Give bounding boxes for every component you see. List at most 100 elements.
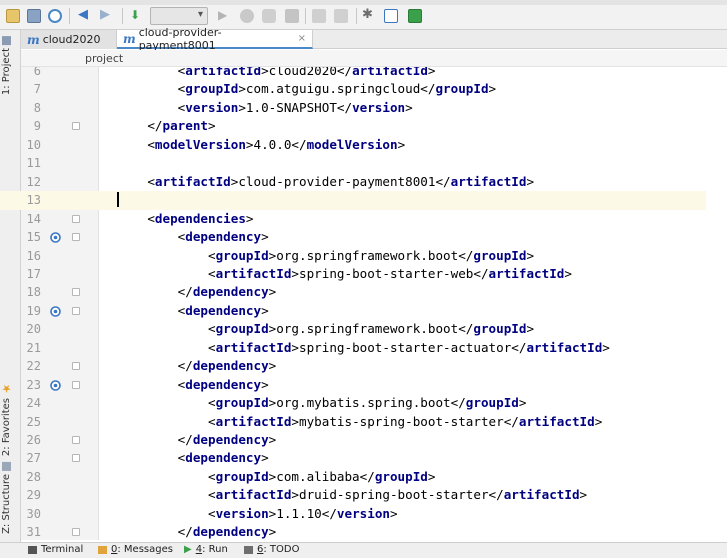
messages-tool-button[interactable]: 0: Messages [98,544,173,555]
terminal-tool-button[interactable]: Terminal [28,544,83,555]
run-tool-button[interactable]: ▶ 4: Run [184,544,228,555]
xml-tag-name: artifactId [185,67,262,78]
xml-tag-name: dependency [185,302,262,318]
code-text: <groupId>com.alibaba</groupId> [117,468,436,484]
vcs-icon[interactable] [312,9,326,23]
line-number: 19 [26,303,41,318]
code-line[interactable]: 24 <groupId>org.mybatis.spring.boot</gro… [0,394,706,412]
maven-icon: m [27,32,40,47]
fold-toggle-icon[interactable] [72,362,80,371]
forward-arrow-icon[interactable]: ▶ [100,8,114,22]
tab-label: cloud-provider-payment8001 [138,25,222,52]
open-folder-icon[interactable] [6,9,20,23]
code-text: </dependency> [117,524,277,540]
code-text: <groupId>org.springframework.boot</group… [117,247,535,263]
line-number: 13 [26,193,41,208]
code-line[interactable]: 31 </dependency> [0,523,706,540]
code-line[interactable]: 12 <artifactId>cloud-provider-payment800… [0,173,706,191]
override-marker-icon[interactable] [50,232,61,243]
code-line[interactable]: 20 <groupId>org.springframework.boot</gr… [0,320,706,338]
coverage-icon[interactable] [262,9,276,23]
code-line[interactable]: 9 </parent> [0,117,706,135]
override-marker-icon[interactable] [50,306,61,317]
fold-toggle-icon[interactable] [72,214,80,223]
code-line[interactable]: 21 <artifactId>spring-boot-starter-actua… [0,339,706,357]
code-line[interactable]: 25 <artifactId>mybatis-spring-boot-start… [0,413,706,431]
xml-tag-name: dependency [185,376,262,392]
status-label: : TODO [263,544,300,555]
fold-toggle-icon[interactable] [72,233,80,242]
fold-toggle-icon[interactable] [72,380,80,389]
code-line[interactable]: 11 [0,154,706,172]
close-icon[interactable]: × [298,33,306,44]
fold-toggle-icon[interactable] [72,454,80,463]
code-text: <groupId>org.mybatis.spring.boot</groupI… [117,395,527,411]
fold-toggle-icon[interactable] [72,122,80,131]
line-number: 20 [26,322,41,337]
code-line[interactable]: 10 <modelVersion>4.0.0</modelVersion> [0,136,706,154]
code-text: <artifactId>cloud2020</artifactId> [117,67,436,80]
xml-tag-name: dependency [192,284,269,300]
code-line[interactable]: 23 <dependency> [0,376,706,394]
project-structure-icon[interactable] [384,9,398,23]
code-line[interactable]: 29 <artifactId>druid-spring-boot-starter… [0,486,706,504]
line-number: 23 [26,377,41,392]
fold-toggle-icon[interactable] [72,528,80,537]
xml-tag-name: groupId [374,468,428,484]
save-icon[interactable] [27,9,41,23]
tab-cloud-provider-payment8001[interactable]: m cloud-provider-payment8001 × [117,26,313,52]
breadcrumb-item[interactable]: project [85,52,123,65]
fold-toggle-icon[interactable] [72,288,80,297]
line-number: 16 [26,248,41,263]
todo-tool-button[interactable]: 6: TODO [244,544,299,555]
code-line[interactable]: 30 <version>1.1.10</version> [0,505,706,523]
code-editor[interactable]: 6 <artifactId>cloud2020</artifactId> 7 <g… [0,67,727,540]
code-line[interactable]: 22 </dependency> [0,357,706,375]
code-line[interactable]: 27 <dependency> [0,449,706,467]
code-line[interactable]: 26 </dependency> [0,431,706,449]
code-line[interactable]: 6 <artifactId>cloud2020</artifactId> [0,67,706,80]
status-label: : Messages [117,544,173,555]
xml-tag-name: artifactId [154,173,231,189]
xml-tag-name: version [185,99,239,115]
settings-wrench-icon[interactable]: ✱ [362,8,376,22]
back-arrow-icon[interactable]: ◀ [78,8,92,22]
xml-tag-name: version [352,99,406,115]
line-number: 25 [26,414,41,429]
fold-toggle-icon[interactable] [72,436,80,444]
code-text: <artifactId>spring-boot-starter-web</art… [117,265,572,281]
code-text: <artifactId>mybatis-spring-boot-starter<… [117,413,603,429]
xml-tag-name: dependency [185,450,262,466]
line-number: 11 [26,156,41,171]
code-line[interactable]: 16 <groupId>org.springframework.boot</gr… [0,247,706,265]
code-line[interactable]: 17 <artifactId>spring-boot-starter-web</… [0,265,706,283]
code-line[interactable]: 7 <groupId>com.atguigu.springcloud</grou… [0,80,706,98]
xml-tag-name: groupId [473,247,527,263]
code-line[interactable]: 28 <groupId>com.alibaba</groupId> [0,468,706,486]
code-line[interactable]: 14 <dependencies> [0,210,706,228]
code-text [117,191,119,209]
code-line[interactable]: 18 </dependency> [0,283,706,301]
sdk-manager-icon[interactable] [408,9,422,23]
code-line[interactable]: 15 <dependency> [0,228,706,246]
vcs-commit-icon[interactable] [334,9,348,23]
code-line[interactable]: 19 <dependency> [0,302,706,320]
xml-tag-name: version [215,505,269,521]
run-icon[interactable]: ▶ [218,8,232,22]
code-text: <artifactId>cloud-provider-payment8001</… [117,173,535,189]
stop-icon[interactable] [285,9,299,23]
debug-icon[interactable] [240,9,254,23]
code-text: <modelVersion>4.0.0</modelVersion> [117,136,406,152]
code-text: <artifactId>druid-spring-boot-starter</a… [117,487,588,503]
code-line[interactable]: 8 <version>1.0-SNAPSHOT</version> [0,99,706,117]
override-marker-icon[interactable] [50,379,61,391]
tab-cloud2020[interactable]: m cloud2020 [21,30,117,49]
line-number: 17 [26,266,41,281]
code-line[interactable]: 13 [0,191,706,210]
run-configuration-select[interactable]: ▾ [150,7,208,25]
fold-toggle-icon[interactable] [72,306,80,315]
build-icon[interactable]: ⬇ [130,8,144,22]
run-icon: ▶ [184,544,192,555]
code-text: <version>1.0-SNAPSHOT</version> [117,99,413,115]
sync-icon[interactable] [48,9,62,23]
